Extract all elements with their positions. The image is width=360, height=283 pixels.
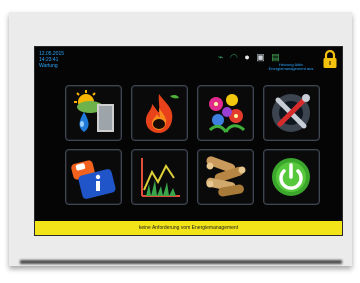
network-icon: ⌁ xyxy=(218,52,226,62)
wifi-icon: ◠ xyxy=(229,52,240,62)
tile-weather[interactable] xyxy=(65,85,122,141)
lock-icon[interactable] xyxy=(322,50,338,69)
touch-screen: 12.05.2015 14:23:41 Wartung ⌁ ◠ ● ▣ ▤ He… xyxy=(35,47,342,235)
wood-logs-icon xyxy=(206,156,246,197)
chart-grass-icon xyxy=(141,158,180,197)
info-document-icon xyxy=(71,160,116,199)
tools-wrench-icon xyxy=(272,94,310,132)
flowers-icon xyxy=(208,94,246,133)
tile-garden[interactable] xyxy=(197,85,254,141)
frame-shadow xyxy=(20,260,342,264)
tile-fuel[interactable] xyxy=(197,149,254,205)
status-info: 12.05.2015 14:23:41 Wartung xyxy=(39,51,109,69)
tile-power[interactable] xyxy=(263,149,320,205)
energy-icon: ▤ xyxy=(271,52,282,62)
status-icons: ⌁ ◠ ● ▣ ▤ xyxy=(218,52,282,63)
status-banner: keine Anforderung vom Energiemanagement xyxy=(35,221,342,235)
flame-icon xyxy=(145,94,179,133)
monitor-icon: ▣ xyxy=(256,52,267,62)
power-button-icon xyxy=(272,158,310,196)
weather-sun-rain-door-icon xyxy=(74,90,114,132)
tile-settings[interactable] xyxy=(263,85,320,141)
status-text: Heizung Aktiv Energiemanagement aus xyxy=(268,62,314,71)
status-dot-icon: ● xyxy=(244,52,252,62)
tile-heating[interactable] xyxy=(131,85,188,141)
status-bar-right: ⌁ ◠ ● ▣ ▤ Heizung Aktiv Energiemanagemen… xyxy=(218,50,338,71)
tile-info[interactable] xyxy=(65,149,122,205)
tile-statistics[interactable] xyxy=(131,149,188,205)
status-line-mode: Wartung xyxy=(39,63,58,69)
